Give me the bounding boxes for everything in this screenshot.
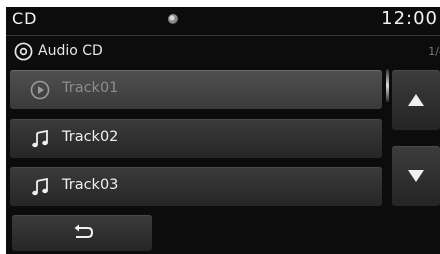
disc-icon [14,42,33,61]
status-bar: CD 12:00 [6,7,440,36]
track-row-3[interactable]: Track03 [10,167,382,206]
track-row-2[interactable]: Track02 [10,119,382,158]
music-note-icon [32,177,48,196]
triangle-down-icon [408,170,424,182]
scroll-down-button[interactable] [392,146,440,206]
disc-indicator-icon [168,14,178,24]
source-header: Audio CD 1/4 [6,36,440,68]
screen: CD 12:00 Audio CD 1/4 Track01 [0,0,440,254]
music-note-icon [32,129,48,148]
triangle-up-icon [408,94,424,106]
head-unit-display: CD 12:00 Audio CD 1/4 Track01 [6,7,440,254]
track-row-1[interactable]: Track01 [10,70,382,109]
scroll-indicator [386,69,389,102]
scroll-up-button[interactable] [392,70,440,130]
clock: 12:00 [381,8,438,29]
play-circle-icon [30,80,50,100]
mode-title: CD [12,9,38,28]
back-button[interactable] [12,215,152,251]
track-label: Track03 [62,177,119,193]
return-arrow-icon [74,224,94,238]
track-label: Track02 [62,129,119,145]
track-label: Track01 [62,80,119,96]
page-indicator: 1/4 [428,45,440,58]
source-label: Audio CD [38,43,103,59]
